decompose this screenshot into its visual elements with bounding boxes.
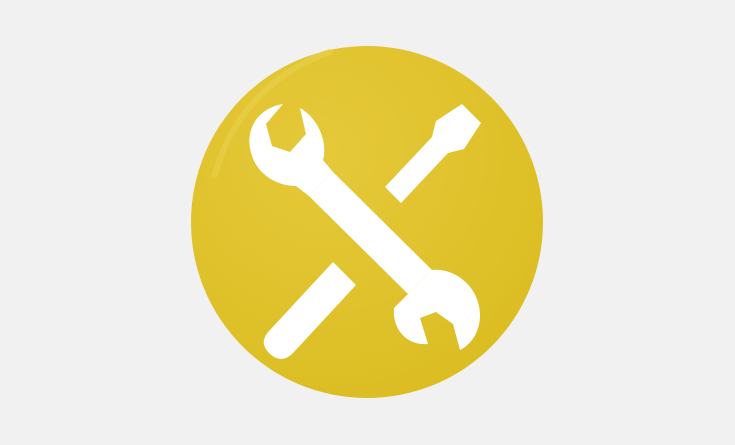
tools-badge	[0, 0, 735, 445]
canvas	[0, 0, 735, 445]
wrench-screwdriver-icon	[191, 46, 543, 398]
